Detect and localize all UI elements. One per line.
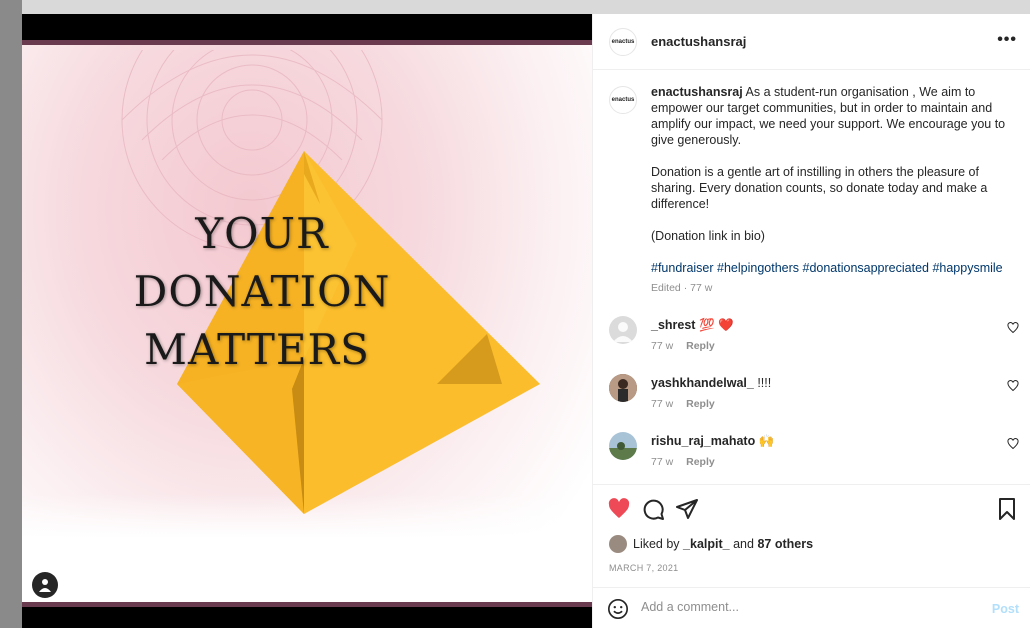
user-photo-icon [609, 432, 637, 460]
author-avatar[interactable]: enactus [609, 28, 637, 56]
share-paper-plane-icon[interactable] [675, 497, 699, 521]
save-bookmark-icon[interactable] [995, 497, 1019, 521]
comment-input[interactable] [641, 600, 941, 614]
enactus-logo: enactus [611, 39, 635, 45]
reply-button[interactable]: Reply [686, 340, 715, 352]
image-bottom-border [22, 602, 592, 607]
liker-username[interactable]: _kalpit_ [683, 537, 730, 551]
caption-username[interactable]: enactushansraj [651, 85, 743, 99]
headline-line-3: MATTERS [144, 325, 370, 374]
user-photo-icon [609, 374, 637, 402]
comment-item: yashkhandelwal_ !!!! 77 w Reply [593, 374, 1030, 430]
author-username[interactable]: enactushansraj [651, 34, 746, 49]
comment-like-heart-icon[interactable] [1007, 322, 1019, 334]
reply-button[interactable]: Reply [686, 456, 715, 468]
backdrop-top-strip [0, 0, 1030, 14]
backdrop-left-strip [0, 0, 22, 628]
headline-line-1: YOUR [195, 209, 329, 258]
post-date: MARCH 7, 2021 [609, 563, 679, 573]
comment-username[interactable]: _shrest [651, 318, 695, 332]
post-comment-button[interactable]: Post [992, 602, 1019, 616]
commenter-avatar[interactable] [609, 374, 637, 402]
commenter-avatar[interactable] [609, 432, 637, 460]
caption-author-avatar[interactable]: enactus [609, 86, 637, 114]
comment-age: 77 w [651, 398, 674, 410]
comment-text: 💯 ❤️ [698, 318, 734, 332]
post-sidebar: enactus enactushansraj ••• enactus enact… [592, 14, 1030, 628]
post-media[interactable]: YOUR DONATION MATTERS [22, 14, 592, 628]
comment-item: rishu_raj_mahato 🙌 77 w Reply [593, 432, 1030, 488]
like-heart-icon[interactable] [607, 497, 631, 521]
comment-text: !!!! [757, 376, 772, 390]
enactus-logo: enactus [611, 97, 635, 103]
comment-item: _shrest 💯 ❤️ 77 w Reply [593, 316, 1030, 372]
likes-others-count[interactable]: 87 others [757, 537, 813, 551]
image-top-border [22, 40, 592, 45]
liker-avatar[interactable] [609, 535, 627, 553]
default-avatar-icon [613, 322, 633, 342]
comment-icon[interactable] [641, 497, 665, 521]
tagged-users-button[interactable] [32, 572, 58, 598]
comment-like-heart-icon[interactable] [1007, 380, 1019, 392]
caption-paragraph-1: enactushansraj As a student-run organisa… [651, 84, 1011, 148]
post-header: enactus enactushansraj ••• [593, 14, 1030, 70]
comment-age: 77 w [651, 340, 674, 352]
caption-hashtags[interactable]: #fundraiser #helpingothers #donationsapp… [651, 260, 1011, 276]
caption-paragraph-2: Donation is a gentle art of instilling i… [651, 165, 988, 211]
commenter-avatar[interactable] [609, 316, 637, 344]
headline-line-2: DONATION [133, 267, 391, 316]
post-actions: Liked by _kalpit_ and 87 others MARCH 7,… [593, 484, 1030, 628]
comment-text: 🙌 [758, 434, 775, 448]
comment-username[interactable]: rishu_raj_mahato [651, 434, 755, 448]
reply-button[interactable]: Reply [686, 398, 715, 410]
comment-composer: Post [593, 587, 1030, 628]
post-modal: YOUR DONATION MATTERS enactus enactushan… [22, 14, 1030, 628]
likes-summary: Liked by _kalpit_ and 87 others [609, 535, 813, 553]
emoji-smiley-icon[interactable] [607, 598, 629, 620]
caption-paragraph-3: (Donation link in bio) [651, 229, 765, 243]
likes-and: and [733, 537, 754, 551]
comment-like-heart-icon[interactable] [1007, 438, 1019, 450]
caption-meta: Edited · 77 w [651, 282, 713, 294]
likes-prefix: Liked by [633, 537, 680, 551]
comment-age: 77 w [651, 456, 674, 468]
user-icon [39, 579, 51, 592]
more-options-button[interactable]: ••• [997, 31, 1017, 49]
comment-username[interactable]: yashkhandelwal_ [651, 376, 754, 390]
